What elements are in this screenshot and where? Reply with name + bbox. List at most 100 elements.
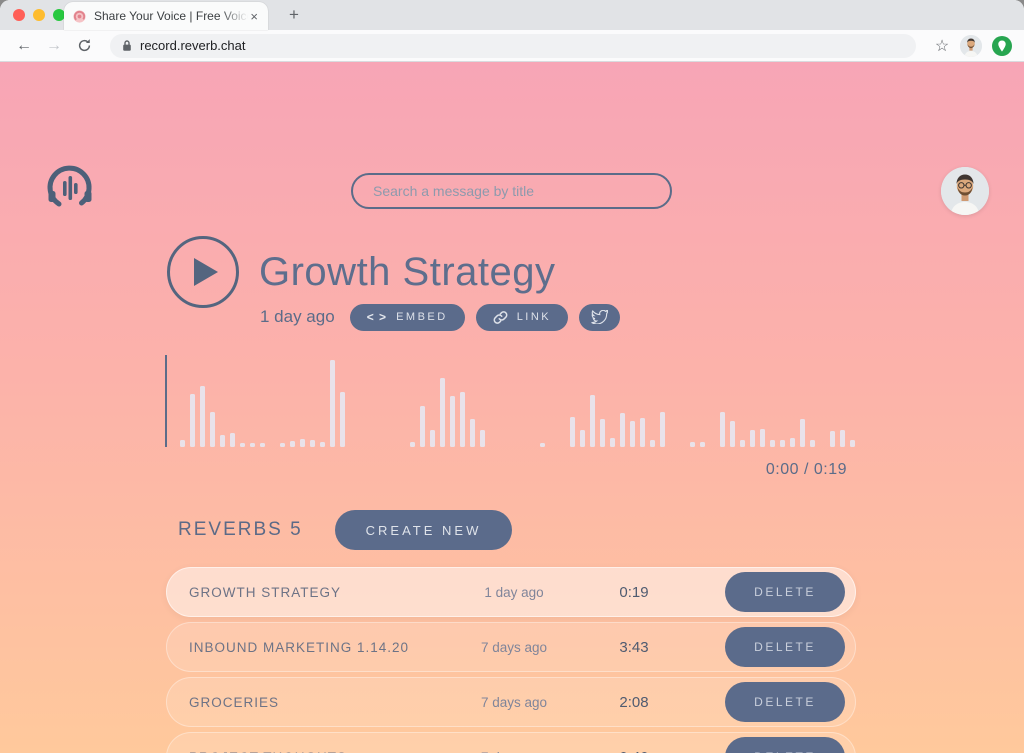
delete-button[interactable]: DELETE: [725, 572, 845, 612]
search-input[interactable]: [351, 173, 672, 209]
address-bar[interactable]: record.reverb.chat: [110, 34, 916, 58]
waveform-bar: [230, 433, 235, 447]
user-avatar[interactable]: [941, 167, 989, 215]
extension-icon[interactable]: [992, 36, 1012, 56]
waveform-bar: [770, 440, 775, 447]
waveform-bar: [240, 443, 245, 447]
waveform-bar: [340, 392, 345, 447]
waveform-bar: [760, 429, 765, 447]
url-text: record.reverb.chat: [140, 38, 246, 53]
reverb-row-duration: 0:40: [579, 749, 689, 754]
link-button[interactable]: LINK: [476, 304, 568, 331]
create-new-button[interactable]: CREATE NEW: [335, 510, 513, 550]
waveform-bar: [720, 412, 725, 447]
waveform-bar: [480, 430, 485, 447]
waveform-bar: [260, 443, 265, 447]
waveform-bar: [460, 392, 465, 447]
browser-tab[interactable]: Share Your Voice | Free Voice No ×: [64, 2, 268, 30]
waveform-bar: [630, 421, 635, 447]
browser-profile-avatar[interactable]: [960, 35, 982, 57]
waveform-bar: [280, 443, 285, 447]
waveform-bar: [200, 386, 205, 447]
waveform-bar: [250, 443, 255, 447]
player-header: Growth Strategy: [167, 236, 556, 308]
reverb-row-age: 1 day ago: [449, 585, 579, 600]
back-icon[interactable]: ←: [12, 34, 36, 58]
waveform-bar: [690, 442, 695, 447]
browser-window: Share Your Voice | Free Voice No × + ← →…: [0, 0, 1024, 754]
waveform-bar: [450, 396, 455, 447]
delete-button[interactable]: DELETE: [725, 737, 845, 753]
code-icon: < >: [367, 310, 387, 324]
forward-icon: →: [42, 34, 66, 58]
reverb-row-title: INBOUND MARKETING 1.14.20: [189, 640, 449, 655]
browser-toolbar: ← → record.reverb.chat ☆: [0, 30, 1024, 62]
waveform-bar: [220, 435, 225, 447]
new-tab-button[interactable]: +: [282, 3, 306, 27]
play-icon: [194, 258, 218, 286]
waveform-bar: [320, 442, 325, 447]
waveform-bar: [640, 418, 645, 447]
twitter-share-button[interactable]: [579, 304, 620, 331]
close-tab-icon[interactable]: ×: [248, 9, 260, 24]
waveform-bar: [310, 440, 315, 447]
play-button[interactable]: [167, 236, 239, 308]
tab-strip: Share Your Voice | Free Voice No × +: [0, 0, 1024, 30]
reverb-list: GROWTH STRATEGY 1 day ago 0:19 DELETE IN…: [166, 567, 856, 753]
window-controls: [13, 9, 65, 21]
waveform-bar: [800, 419, 805, 447]
waveform-bar: [810, 440, 815, 447]
waveform-bar: [610, 438, 615, 447]
playhead[interactable]: [165, 355, 167, 447]
waveform-bar: [740, 440, 745, 447]
reverb-row[interactable]: GROWTH STRATEGY 1 day ago 0:19 DELETE: [166, 567, 856, 617]
delete-button[interactable]: DELETE: [725, 682, 845, 722]
waveform-bars: [165, 355, 847, 447]
player-meta: 1 day ago < > EMBED LINK: [260, 303, 620, 331]
delete-button[interactable]: DELETE: [725, 627, 845, 667]
reverb-row[interactable]: GROCERIES 7 days ago 2:08 DELETE: [166, 677, 856, 727]
tab-title: Share Your Voice | Free Voice No: [94, 9, 248, 23]
reverb-row-age: 7 days ago: [449, 695, 579, 710]
time-display: 0:00 / 0:19: [165, 461, 847, 479]
waveform[interactable]: [165, 355, 847, 447]
bookmark-star-icon[interactable]: ☆: [930, 36, 954, 56]
page-title: Growth Strategy: [259, 250, 556, 295]
waveform-bar: [750, 430, 755, 447]
waveform-bar: [410, 442, 415, 447]
reverb-row[interactable]: PROJECT THOUGHTS 7 days ago 0:40 DELETE: [166, 732, 856, 753]
recording-age: 1 day ago: [260, 307, 335, 327]
reload-icon[interactable]: [72, 34, 96, 58]
reverb-favicon-icon: [72, 9, 87, 24]
reverb-logo-icon[interactable]: [44, 162, 96, 214]
waveform-bar: [300, 439, 305, 447]
waveform-bar: [440, 378, 445, 447]
link-icon: [493, 310, 508, 325]
reverb-row[interactable]: INBOUND MARKETING 1.14.20 7 days ago 3:4…: [166, 622, 856, 672]
waveform-bar: [570, 417, 575, 447]
waveform-bar: [780, 440, 785, 447]
reverb-row-duration: 2:08: [579, 694, 689, 711]
waveform-bar: [180, 440, 185, 447]
reverb-row-duration: 3:43: [579, 639, 689, 656]
waveform-bar: [190, 394, 195, 447]
waveform-bar: [730, 421, 735, 447]
lock-icon: [122, 39, 132, 52]
waveform-bar: [330, 360, 335, 447]
close-window-button[interactable]: [13, 9, 25, 21]
waveform-bar: [590, 395, 595, 447]
reverb-row-duration: 0:19: [579, 584, 689, 601]
waveform-bar: [580, 430, 585, 447]
waveform-bar: [210, 412, 215, 447]
minimize-window-button[interactable]: [33, 9, 45, 21]
waveform-bar: [660, 412, 665, 447]
waveform-bar: [470, 419, 475, 447]
reverbs-header: REVERBS 5 CREATE NEW: [178, 510, 512, 550]
waveform-bar: [600, 419, 605, 447]
embed-button[interactable]: < > EMBED: [350, 304, 465, 331]
waveform-bar: [290, 441, 295, 447]
reverb-row-age: 7 days ago: [449, 750, 579, 754]
waveform-bar: [430, 430, 435, 447]
reverb-row-title: GROWTH STRATEGY: [189, 585, 449, 600]
reverbs-count-heading: REVERBS 5: [178, 519, 303, 541]
